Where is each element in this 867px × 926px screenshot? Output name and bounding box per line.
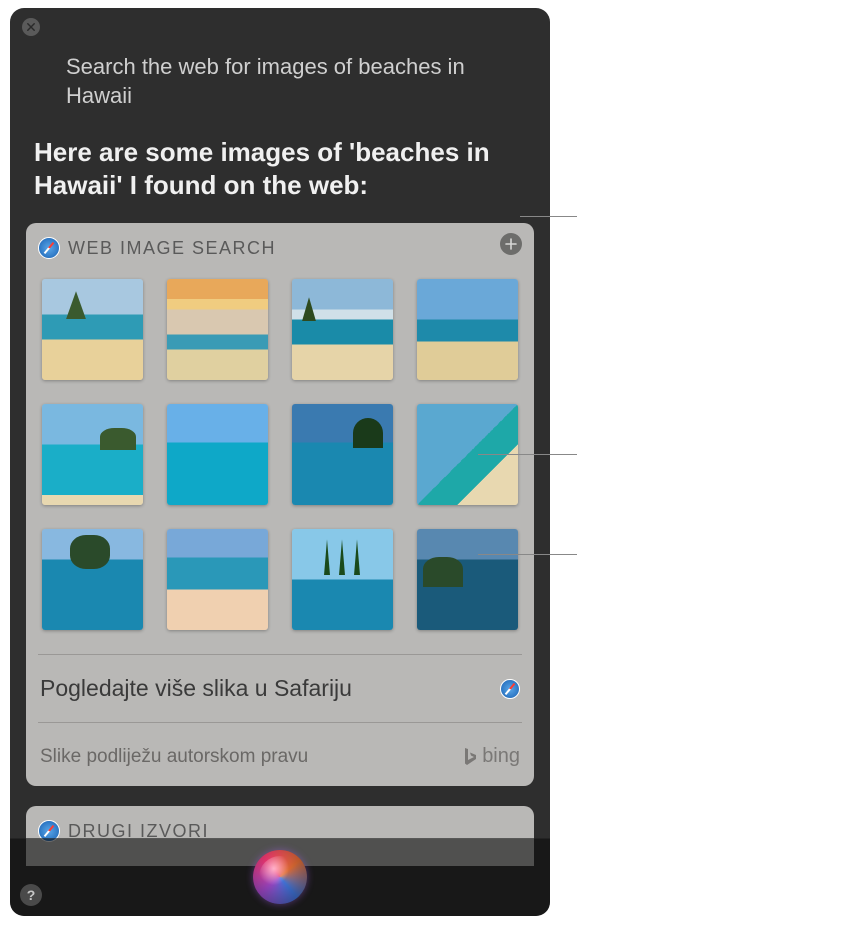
user-query-text: Search the web for images of beaches in … xyxy=(10,8,550,110)
bing-icon xyxy=(462,747,478,767)
image-result[interactable] xyxy=(292,279,393,380)
provider-attribution: bing xyxy=(462,745,520,768)
help-icon: ? xyxy=(27,887,36,903)
callout-line xyxy=(478,454,577,455)
help-button[interactable]: ? xyxy=(20,884,42,906)
plus-icon xyxy=(505,238,517,250)
image-results-grid xyxy=(38,271,522,646)
siri-response-text: Here are some images of 'beaches in Hawa… xyxy=(10,110,550,201)
callout-line xyxy=(478,554,577,555)
close-button[interactable] xyxy=(22,18,40,36)
siri-results-panel: Search the web for images of beaches in … xyxy=(10,8,550,916)
divider xyxy=(38,722,522,723)
image-result[interactable] xyxy=(42,279,143,380)
card-title: WEB IMAGE SEARCH xyxy=(68,238,276,259)
card-header: WEB IMAGE SEARCH xyxy=(38,233,522,271)
copyright-notice: Slike podliježu autorskom pravu xyxy=(40,746,308,768)
image-result[interactable] xyxy=(42,404,143,505)
siri-activate-button[interactable] xyxy=(253,850,307,904)
web-image-search-card: WEB IMAGE SEARCH Pogledajte više slika u… xyxy=(26,223,534,786)
safari-icon xyxy=(500,679,520,699)
safari-icon xyxy=(38,237,60,259)
see-more-in-safari-row[interactable]: Pogledajte više slika u Safariju xyxy=(38,663,522,714)
image-result[interactable] xyxy=(292,529,393,630)
close-icon xyxy=(27,23,35,31)
image-result[interactable] xyxy=(167,529,268,630)
see-more-label: Pogledajte više slika u Safariju xyxy=(40,675,352,702)
card-footer: Slike podliježu autorskom pravu bing xyxy=(38,731,522,774)
callout-line xyxy=(520,216,577,217)
provider-name: bing xyxy=(482,745,520,768)
image-result[interactable] xyxy=(292,404,393,505)
divider xyxy=(38,654,522,655)
image-result[interactable] xyxy=(167,404,268,505)
bottom-bar: ? xyxy=(10,838,550,916)
image-result[interactable] xyxy=(42,529,143,630)
image-result[interactable] xyxy=(417,529,518,630)
image-result[interactable] xyxy=(417,279,518,380)
image-result[interactable] xyxy=(167,279,268,380)
